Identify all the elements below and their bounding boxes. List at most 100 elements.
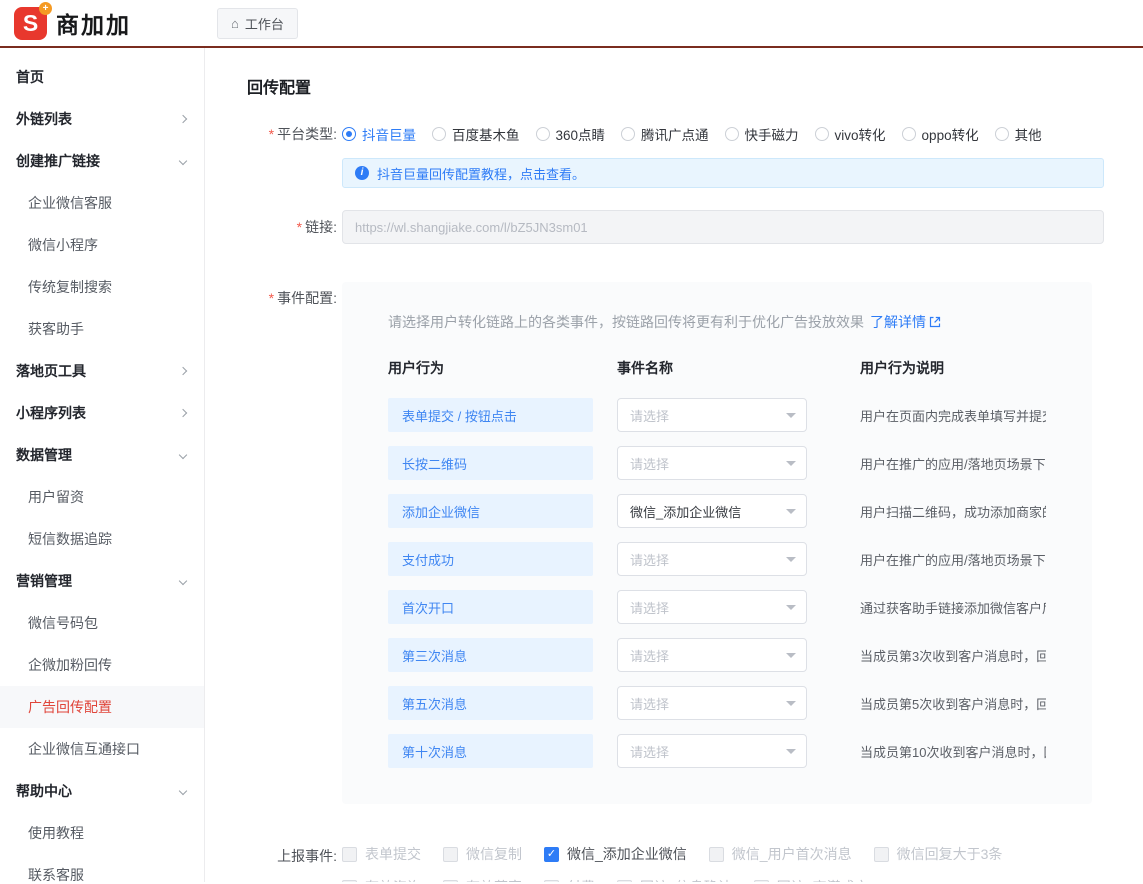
sidebar: 首页外链列表创建推广链接企业微信客服微信小程序传统复制搜索获客助手落地页工具小程… <box>0 48 205 882</box>
behavior-button[interactable]: 第五次消息 <box>388 686 593 720</box>
banner-row: i 抖音巨量回传配置教程，点击查看。 <box>247 158 1104 188</box>
sidebar-item[interactable]: 短信数据追踪 <box>0 518 204 560</box>
event-select[interactable]: 请选择 <box>617 638 807 672</box>
event-select-value: 请选择 <box>630 598 669 617</box>
checkbox-label: 微信复制 <box>466 844 522 864</box>
sidebar-item[interactable]: 获客助手 <box>0 308 204 350</box>
checkbox-icon <box>544 880 559 883</box>
checkbox-label: 微信回复大于3条 <box>897 844 1003 864</box>
sidebar-item-label: 小程序列表 <box>16 403 86 423</box>
behavior-button[interactable]: 第十次消息 <box>388 734 593 768</box>
behavior-button[interactable]: 表单提交 / 按钮点击 <box>388 398 593 432</box>
caret-down-icon <box>786 509 796 519</box>
sidebar-item-label: 获客助手 <box>28 319 84 339</box>
sidebar-item-label: 帮助中心 <box>16 781 72 801</box>
sidebar-item[interactable]: 首页 <box>0 56 204 98</box>
link-input[interactable] <box>342 210 1104 244</box>
behavior-button[interactable]: 支付成功 <box>388 542 593 576</box>
main-content: 回传配置 *平台类型: 抖音巨量百度基木鱼360点睛腾讯广点通快手磁力vivo转… <box>205 48 1143 882</box>
sidebar-item[interactable]: 创建推广链接 <box>0 140 204 182</box>
platform-radio[interactable]: 其他 <box>995 124 1042 144</box>
platform-radio[interactable]: 快手磁力 <box>725 124 799 144</box>
report-row: 上报事件: 表单提交微信复制✓微信_添加企业微信微信_用户首次消息微信回复大于3… <box>247 844 1104 882</box>
event-table-body: 表单提交 / 按钮点击请选择用户在页面内完成表单填写并提交长按二维码请选择用户在… <box>388 398 1046 768</box>
platform-radio[interactable]: 360点睛 <box>536 124 606 144</box>
sidebar-item-label: 联系客服 <box>28 865 84 882</box>
sidebar-item[interactable]: 企业微信互通接口 <box>0 728 204 770</box>
behavior-description: 当成员第3次收到客户消息时，回调此事... <box>860 646 1046 665</box>
sidebar-item[interactable]: 传统复制搜索 <box>0 266 204 308</box>
report-checkbox[interactable]: 回访_高潜成交 <box>754 877 869 882</box>
sidebar-item[interactable]: 小程序列表 <box>0 392 204 434</box>
report-checkbox[interactable]: 回访_信息确认 <box>617 877 732 882</box>
checkbox-label: 微信_添加企业微信 <box>567 844 687 864</box>
logo-text: 商加加 <box>56 6 131 40</box>
learn-more-link[interactable]: 了解详情 <box>870 312 941 332</box>
event-select[interactable]: 请选择 <box>617 398 807 432</box>
sidebar-item[interactable]: 帮助中心 <box>0 770 204 812</box>
event-select[interactable]: 请选择 <box>617 686 807 720</box>
sidebar-item[interactable]: 数据管理 <box>0 434 204 476</box>
behavior-button[interactable]: 首次开口 <box>388 590 593 624</box>
sidebar-item[interactable]: 使用教程 <box>0 812 204 854</box>
platform-radio[interactable]: vivo转化 <box>815 124 886 144</box>
sidebar-item[interactable]: 用户留资 <box>0 476 204 518</box>
report-checkbox[interactable]: 有效获客 <box>443 877 522 882</box>
report-checkbox[interactable]: ✓微信_添加企业微信 <box>544 844 687 864</box>
sidebar-item[interactable]: 联系客服 <box>0 854 204 882</box>
logo: S+ 商加加 <box>0 6 205 40</box>
sidebar-item-label: 企业微信互通接口 <box>28 739 140 759</box>
sidebar-item-label: 广告回传配置 <box>28 697 112 717</box>
chevron-down-icon <box>179 577 187 585</box>
event-row: 第三次消息请选择 当成员第3次收到客户消息时，回调此事... <box>388 638 1046 672</box>
behavior-description: 用户在推广的应用/落地页场景下发生的... <box>860 454 1046 473</box>
tutorial-link[interactable]: 抖音巨量回传配置教程，点击查看。 <box>377 164 585 183</box>
sidebar-item[interactable]: 落地页工具 <box>0 350 204 392</box>
caret-down-icon <box>786 701 796 711</box>
report-checkbox[interactable]: 微信_用户首次消息 <box>709 844 852 864</box>
radio-icon <box>815 127 829 141</box>
required-asterisk: * <box>269 290 274 306</box>
chevron-down-icon <box>179 157 187 165</box>
sidebar-item[interactable]: 企微加粉回传 <box>0 644 204 686</box>
radio-icon <box>995 127 1009 141</box>
event-table-header: 用户行为 事件名称 用户行为说明 <box>388 358 1046 378</box>
report-checkbox[interactable]: 表单提交 <box>342 844 421 864</box>
report-checkbox[interactable]: 付费 <box>544 877 595 882</box>
radio-label: 快手磁力 <box>745 124 799 144</box>
workspace-tab[interactable]: ⌂ 工作台 <box>217 8 298 39</box>
sidebar-item-label: 用户留资 <box>28 487 84 507</box>
behavior-description: 用户在页面内完成表单填写并提交 <box>860 406 1046 425</box>
behavior-button[interactable]: 长按二维码 <box>388 446 593 480</box>
checkbox-icon <box>874 847 889 862</box>
platform-radio[interactable]: 百度基木鱼 <box>432 124 520 144</box>
event-select-value: 请选择 <box>630 406 669 425</box>
behavior-button[interactable]: 第三次消息 <box>388 638 593 672</box>
sidebar-item[interactable]: 广告回传配置 <box>0 686 204 728</box>
behavior-description: 当成员第10次收到客户消息时，回调此事... <box>860 742 1046 761</box>
event-select[interactable]: 微信_添加企业微信 <box>617 494 807 528</box>
report-checkbox[interactable]: 微信复制 <box>443 844 522 864</box>
platform-radio[interactable]: 腾讯广点通 <box>621 124 709 144</box>
event-select[interactable]: 请选择 <box>617 734 807 768</box>
sidebar-item[interactable]: 微信小程序 <box>0 224 204 266</box>
event-select[interactable]: 请选择 <box>617 542 807 576</box>
event-select[interactable]: 请选择 <box>617 590 807 624</box>
sidebar-item[interactable]: 外链列表 <box>0 98 204 140</box>
event-select[interactable]: 请选择 <box>617 446 807 480</box>
logo-icon: S+ <box>14 7 47 40</box>
caret-down-icon <box>786 461 796 471</box>
sidebar-item[interactable]: 微信号码包 <box>0 602 204 644</box>
events-label: *事件配置: <box>247 282 337 804</box>
behavior-button[interactable]: 添加企业微信 <box>388 494 593 528</box>
chevron-right-icon <box>179 409 187 417</box>
report-checkbox[interactable]: 微信回复大于3条 <box>874 844 1003 864</box>
platform-radio[interactable]: oppo转化 <box>902 124 979 144</box>
report-checkbox[interactable]: 有效咨询 <box>342 877 421 882</box>
home-icon: ⌂ <box>231 16 239 31</box>
checkbox-row: 有效咨询 有效获客 付费 回访_信息确认 回访_高潜成交 <box>342 877 1104 882</box>
sidebar-item[interactable]: 企业微信客服 <box>0 182 204 224</box>
radio-icon <box>902 127 916 141</box>
platform-radio[interactable]: 抖音巨量 <box>342 124 416 144</box>
sidebar-item[interactable]: 营销管理 <box>0 560 204 602</box>
